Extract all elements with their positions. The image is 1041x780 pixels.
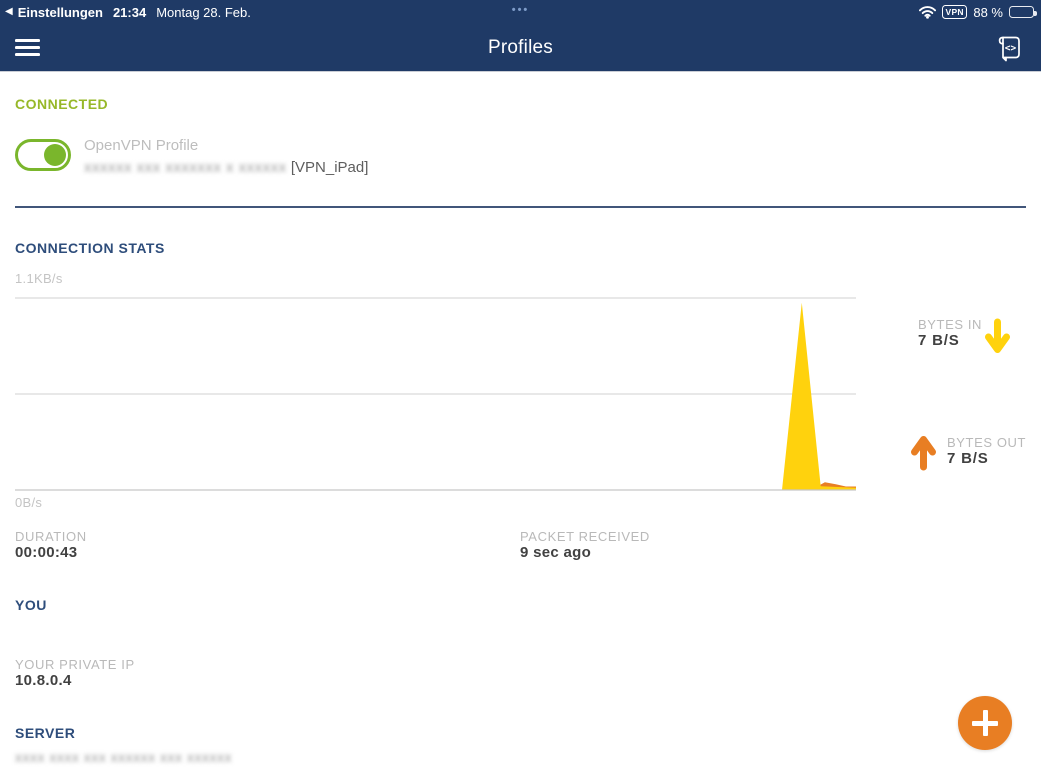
server-name: xxxx xxxx xxx xxxxxx xxx xxxxxx xyxy=(15,749,232,765)
private-ip-value: 10.8.0.4 xyxy=(15,672,135,689)
profile-type-label[interactable]: OpenVPN Profile xyxy=(84,137,198,154)
plus-icon xyxy=(958,696,1012,750)
duration-stat: DURATION 00:00:43 xyxy=(15,529,87,561)
status-bar: ◀ Einstellungen 21:34 Montag 28. Feb. ••… xyxy=(0,0,1041,24)
bytes-in-label: BYTES IN xyxy=(918,317,982,332)
bytes-out-value: 7 B/S xyxy=(947,450,1026,467)
page-title: Profiles xyxy=(0,24,1041,72)
chart-ymin-label: 0B/s xyxy=(15,495,42,510)
packet-received-label: PACKET RECEIVED xyxy=(520,529,650,544)
profile-connect-toggle[interactable] xyxy=(15,139,71,171)
duration-value: 00:00:43 xyxy=(15,544,87,561)
server-section-header: SERVER xyxy=(15,725,75,741)
private-ip-label: YOUR PRIVATE IP xyxy=(15,657,135,672)
connected-section-header: CONNECTED xyxy=(15,96,108,112)
bytes-in-stat: BYTES IN 7 B/S xyxy=(918,317,982,349)
bytes-in-value: 7 B/S xyxy=(918,332,982,349)
nav-bar: Profiles <> xyxy=(0,24,1041,72)
svg-text:<>: <> xyxy=(1005,43,1017,54)
traffic-chart xyxy=(15,297,856,491)
chart-ymax-label: 1.1KB/s xyxy=(15,271,63,286)
profile-name[interactable]: xxxxxx xxx xxxxxxx x xxxxxx [VPN_iPad] xyxy=(84,159,368,176)
connection-stats-section-header: CONNECTION STATS xyxy=(15,240,165,256)
vpn-status-badge: VPN xyxy=(942,5,967,18)
status-bar-right: VPN 88 % xyxy=(919,0,1034,24)
bytes-out-label: BYTES OUT xyxy=(947,435,1026,450)
profile-name-suffix: [VPN_iPad] xyxy=(287,159,369,176)
multitasking-dots-handle[interactable]: ••• xyxy=(0,4,1041,16)
add-profile-fab[interactable] xyxy=(958,696,1012,750)
packet-received-stat: PACKET RECEIVED 9 sec ago xyxy=(520,529,650,561)
log-file-icon[interactable]: <> xyxy=(995,33,1023,63)
packet-received-value: 9 sec ago xyxy=(520,544,650,561)
bytes-in-down-arrow-icon xyxy=(984,318,1011,355)
battery-icon xyxy=(1009,6,1034,18)
private-ip-stat: YOUR PRIVATE IP 10.8.0.4 xyxy=(15,657,135,689)
profile-name-redacted: xxxxxx xxx xxxxxxx x xxxxxx xyxy=(84,159,287,176)
battery-percent: 88 % xyxy=(973,5,1003,20)
section-divider xyxy=(15,206,1026,208)
toggle-knob xyxy=(44,144,66,166)
you-section-header: YOU xyxy=(15,597,47,613)
server-name-redacted: xxxx xxxx xxx xxxxxx xxx xxxxxx xyxy=(15,749,232,765)
bytes-out-stat: BYTES OUT 7 B/S xyxy=(947,435,1026,467)
wifi-icon xyxy=(919,6,936,19)
openvpn-profiles-screen: ◀ Einstellungen 21:34 Montag 28. Feb. ••… xyxy=(0,0,1041,780)
duration-label: DURATION xyxy=(15,529,87,544)
bytes-out-up-arrow-icon xyxy=(910,434,937,471)
